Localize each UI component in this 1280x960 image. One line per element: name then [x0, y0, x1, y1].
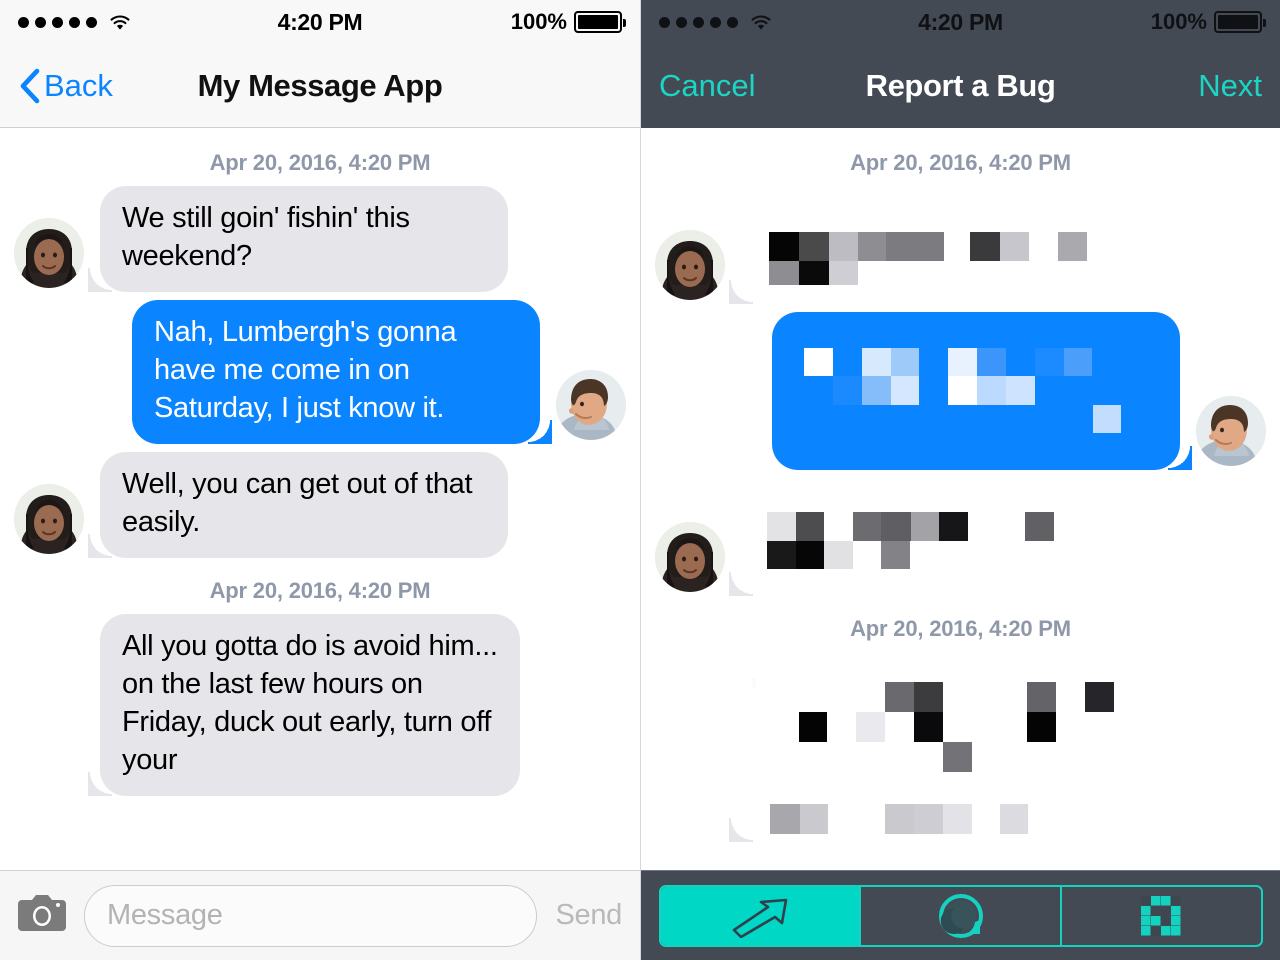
message-bubble[interactable]: All you gotta do is avoid him... on the … [88, 613, 520, 796]
status-left-group [18, 14, 131, 31]
arrow-tool-segment[interactable] [660, 886, 862, 945]
battery-full-icon [574, 11, 626, 33]
camera-icon[interactable] [18, 893, 66, 938]
pixelated-text-block [772, 312, 1180, 433]
send-button[interactable]: Send [555, 899, 622, 932]
avatar-man [556, 369, 626, 440]
message-row-incoming: All you gotta do is avoid him... on the … [0, 613, 640, 804]
message-bubble[interactable]: Well, you can get out of that easily. [88, 451, 508, 558]
wifi-icon [750, 14, 772, 31]
avatar-woman [655, 522, 725, 592]
message-row-outgoing-redacted [641, 312, 1280, 478]
signal-dots-icon [659, 16, 738, 28]
next-button[interactable]: Next [1198, 68, 1262, 104]
message-thread-right[interactable]: Apr 20, 2016, 4:20 PM Apr 20, 2016, 4:20… [641, 128, 1280, 870]
dual-screen-comparison: 4:20 PM 100% Back My Message App Apr 20,… [0, 0, 1280, 960]
avatar-man [1196, 396, 1266, 466]
message-row-incoming-redacted [641, 478, 1280, 604]
wifi-icon [109, 14, 131, 31]
message-bubble[interactable]: Nah, Lumbergh's gonna have me come in on… [132, 299, 552, 444]
chevron-left-icon [18, 68, 40, 104]
timestamp-divider: Apr 20, 2016, 4:20 PM [850, 616, 1071, 641]
screen-message-app: 4:20 PM 100% Back My Message App Apr 20,… [0, 0, 640, 960]
message-input-placeholder: Message [107, 899, 223, 931]
message-input-bar: Message Send [0, 870, 640, 960]
message-row-incoming-redacted [641, 652, 1280, 850]
pixelate-tool-segment[interactable] [1062, 887, 1261, 945]
message-row-incoming: We still goin' fishin' this weekend? [0, 186, 640, 300]
message-row-outgoing: Nah, Lumbergh's gonna have me come in on… [0, 299, 640, 452]
status-bar-right: 4:20 PM 100% [641, 0, 1280, 44]
status-right-group: 100% [510, 9, 626, 35]
battery-percent-right: 100% [1150, 9, 1207, 34]
avatar-woman [14, 483, 84, 554]
avatar-woman [14, 217, 84, 288]
message-thread-left[interactable]: Apr 20, 2016, 4:20 PM We still goin' fis… [0, 128, 640, 870]
blur-tool-segment[interactable] [861, 886, 1062, 945]
avatar-woman [655, 230, 725, 300]
arrow-up-right-icon [724, 894, 796, 938]
back-button[interactable]: Back [18, 68, 113, 104]
cancel-button[interactable]: Cancel [659, 68, 756, 104]
timestamp-divider: Apr 20, 2016, 4:20 PM [209, 577, 431, 603]
blur-circle-icon [936, 892, 986, 940]
signal-dots-icon [18, 16, 97, 28]
message-bubble-redacted[interactable] [772, 312, 1192, 470]
message-row-incoming-redacted [641, 186, 1280, 312]
battery-percent-left: 100% [510, 9, 567, 34]
status-left-group [659, 14, 772, 31]
status-right-group: 100% [1150, 9, 1266, 35]
timestamp-divider: Apr 20, 2016, 4:20 PM [209, 150, 431, 175]
timestamp-divider: Apr 20, 2016, 4:20 PM [850, 150, 1071, 175]
pixelate-grid-icon [1140, 895, 1182, 937]
status-bar-left: 4:20 PM 100% [0, 0, 640, 44]
nav-bar-right: Cancel Report a Bug Next [641, 44, 1280, 128]
message-bubble[interactable]: We still goin' fishin' this weekend? [88, 186, 508, 292]
screen-report-a-bug: 4:20 PM 100% Cancel Report a Bug Next Ap… [640, 0, 1280, 960]
battery-full-icon [1214, 11, 1266, 33]
message-input-field[interactable]: Message [84, 884, 538, 947]
tool-segmented-control[interactable] [658, 884, 1263, 947]
nav-bar-left: Back My Message App [0, 44, 640, 128]
annotation-toolbar [641, 870, 1280, 960]
back-button-label: Back [44, 67, 113, 103]
message-row-incoming: Well, you can get out of that easily. [0, 451, 640, 566]
